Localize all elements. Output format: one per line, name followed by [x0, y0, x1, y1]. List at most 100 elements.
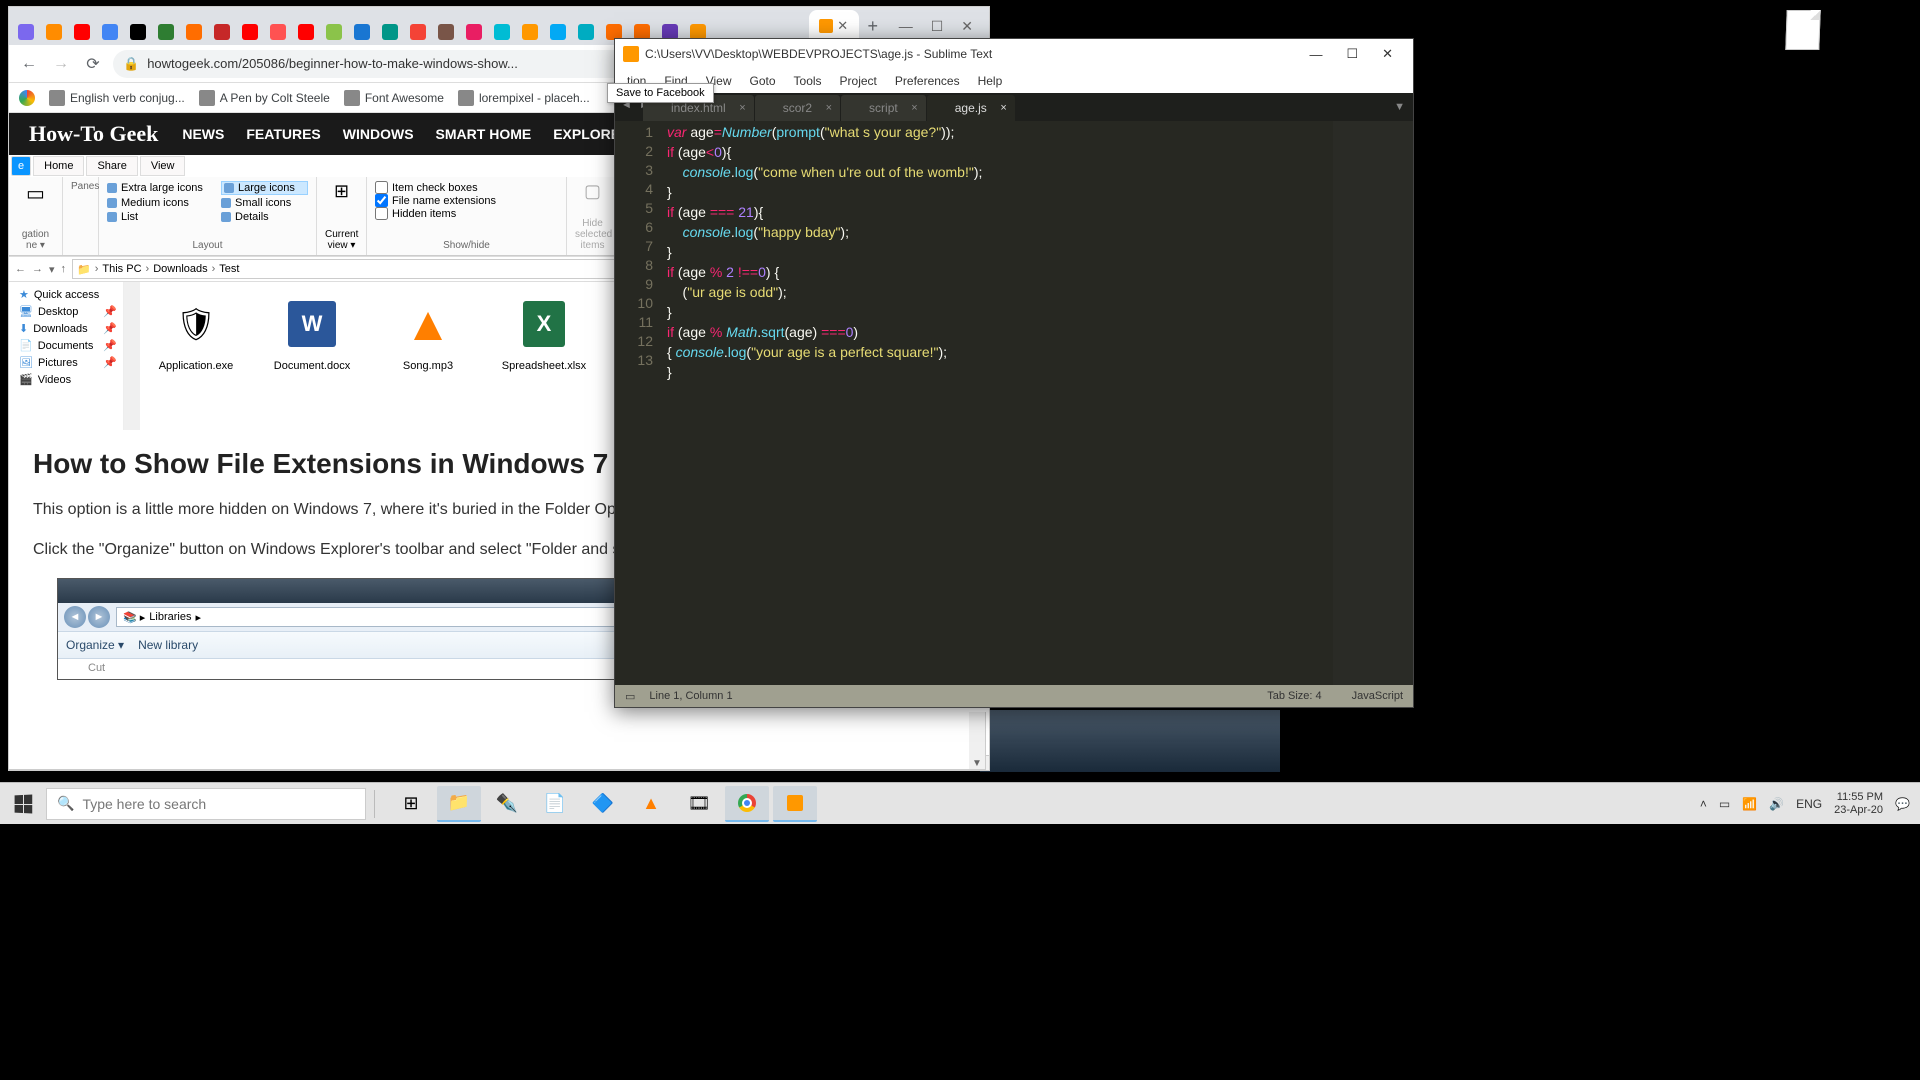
editor-tab[interactable]: scor2× [755, 95, 840, 121]
file-item: WDocument.docx [268, 294, 356, 372]
start-button[interactable] [0, 783, 46, 824]
taskbar-app[interactable]: 🔷 [581, 786, 625, 822]
chrome-tab[interactable] [461, 19, 487, 45]
syntax-indicator[interactable]: JavaScript [1352, 690, 1403, 702]
chrome-tab[interactable] [181, 19, 207, 45]
hidden-items-checkbox [375, 207, 388, 220]
taskbar-app[interactable]: 📄 [533, 786, 577, 822]
favicon-icon [270, 24, 286, 40]
minimize-button[interactable]: — [899, 18, 913, 35]
close-tab-icon[interactable]: × [826, 102, 832, 114]
taskbar-file-explorer[interactable]: 📁 [437, 786, 481, 822]
chrome-tab[interactable] [265, 19, 291, 45]
chrome-tab[interactable] [13, 19, 39, 45]
favicon-icon [74, 24, 90, 40]
bookmark-favicon-icon [49, 90, 65, 106]
volume-icon[interactable]: 🔊 [1769, 797, 1784, 811]
taskbar-search[interactable]: 🔍 Type here to search [46, 788, 366, 820]
task-view-button[interactable]: ⊞ [389, 786, 433, 822]
back-button[interactable]: ← [17, 55, 41, 73]
code-editor[interactable]: var age=Number(prompt("what s your age?"… [663, 121, 1333, 685]
vertical-scroll-down-icon[interactable]: ▼ [969, 712, 985, 769]
editor-area[interactable]: 12345678910111213 var age=Number(prompt(… [615, 121, 1413, 685]
close-tab-icon[interactable]: × [911, 102, 917, 114]
site-nav-item[interactable]: WINDOWS [343, 126, 414, 142]
chrome-tab[interactable] [517, 19, 543, 45]
console-toggle-icon[interactable]: ▭ [625, 690, 635, 703]
tab-size-indicator[interactable]: Tab Size: 4 [1267, 690, 1321, 702]
chrome-tab[interactable] [237, 19, 263, 45]
taskbar-sublime[interactable] [773, 786, 817, 822]
bookmark-item[interactable]: English verb conjug... [49, 90, 185, 106]
site-logo[interactable]: How-To Geek [29, 121, 158, 147]
taskbar-vlc[interactable]: ▲ [629, 786, 673, 822]
tab-label: age.js [955, 101, 987, 115]
chrome-tab[interactable] [153, 19, 179, 45]
menu-preferences[interactable]: Preferences [887, 72, 968, 90]
forward-button[interactable]: → [49, 55, 73, 73]
menu-goto[interactable]: Goto [742, 72, 784, 90]
explorer-scrollbar [124, 282, 140, 430]
chrome-tab[interactable] [293, 19, 319, 45]
desktop-text-file-icon[interactable] [1785, 10, 1820, 50]
chrome-tab[interactable] [377, 19, 403, 45]
site-nav-item[interactable]: SMART HOME [436, 126, 532, 142]
bookmark-label: Font Awesome [365, 91, 444, 105]
close-button[interactable]: ✕ [961, 18, 973, 35]
bookmark-item[interactable]: A Pen by Colt Steele [199, 90, 330, 106]
sublime-title: C:\Users\VV\Desktop\WEBDEVPROJECTS\age.j… [645, 47, 992, 61]
close-tab-icon[interactable]: ✕ [837, 18, 848, 34]
taskbar-app[interactable]: ✒️ [485, 786, 529, 822]
editor-tab[interactable]: script× [841, 95, 926, 121]
chrome-tab[interactable] [433, 19, 459, 45]
chrome-tab[interactable] [209, 19, 235, 45]
chrome-tab[interactable] [321, 19, 347, 45]
apps-button[interactable] [19, 90, 35, 106]
clock[interactable]: 11:55 PM 23-Apr-20 [1834, 791, 1883, 816]
bookmark-item[interactable]: lorempixel - placeh... [458, 90, 590, 106]
facebook-save-tooltip: Save to Facebook [607, 83, 714, 103]
bookmark-item[interactable]: Font Awesome [344, 90, 444, 106]
chrome-tab[interactable] [405, 19, 431, 45]
chrome-tab[interactable] [97, 19, 123, 45]
wifi-icon[interactable]: 📶 [1742, 797, 1757, 811]
language-indicator[interactable]: ENG [1796, 797, 1822, 811]
close-tab-icon[interactable]: × [739, 102, 745, 114]
close-tab-icon[interactable]: × [1000, 102, 1006, 114]
sublime-minimize-button[interactable]: — [1297, 47, 1334, 62]
chrome-tab[interactable] [69, 19, 95, 45]
sublime-window: C:\Users\VV\Desktop\WEBDEVPROJECTS\age.j… [614, 38, 1414, 708]
system-tray: ˄ ▭ 📶 🔊 ENG 11:55 PM 23-Apr-20 💬 [1690, 791, 1920, 816]
sublime-titlebar[interactable]: C:\Users\VV\Desktop\WEBDEVPROJECTS\age.j… [615, 39, 1413, 69]
site-nav-item[interactable]: FEATURES [246, 126, 320, 142]
chrome-tab[interactable] [41, 19, 67, 45]
sublime-maximize-button[interactable]: ☐ [1334, 46, 1370, 62]
site-nav-item[interactable]: NEWS [182, 126, 224, 142]
tray-chevron-icon[interactable]: ˄ [1700, 797, 1707, 811]
taskbar-chrome[interactable] [725, 786, 769, 822]
battery-icon[interactable]: ▭ [1719, 797, 1730, 811]
ribbon-group-layout-label: Layout [107, 240, 308, 251]
site-nav-item[interactable]: EXPLORE [553, 126, 620, 142]
favicon-icon [354, 24, 370, 40]
menu-project[interactable]: Project [832, 72, 885, 90]
reload-button[interactable]: ⟳ [81, 54, 105, 74]
chrome-tab[interactable] [489, 19, 515, 45]
lock-icon: 🔒 [123, 56, 139, 72]
menu-tools[interactable]: Tools [786, 72, 830, 90]
taskbar-app[interactable]: 🎞 [677, 786, 721, 822]
menu-help[interactable]: Help [970, 72, 1011, 90]
new-tab-button[interactable]: + [859, 12, 887, 40]
minimap[interactable] [1333, 121, 1413, 685]
notifications-icon[interactable]: 💬 [1895, 797, 1910, 811]
chrome-tab[interactable] [349, 19, 375, 45]
chrome-tab[interactable] [573, 19, 599, 45]
line-gutter: 12345678910111213 [615, 121, 663, 685]
bookmark-label: A Pen by Colt Steele [220, 91, 330, 105]
sublime-close-button[interactable]: ✕ [1370, 46, 1405, 62]
maximize-button[interactable]: ☐ [931, 18, 944, 35]
chrome-tab[interactable] [545, 19, 571, 45]
editor-tab[interactable]: age.js × [927, 95, 1015, 121]
tab-overflow-icon[interactable]: ▼ [1394, 101, 1405, 113]
chrome-tab[interactable] [125, 19, 151, 45]
